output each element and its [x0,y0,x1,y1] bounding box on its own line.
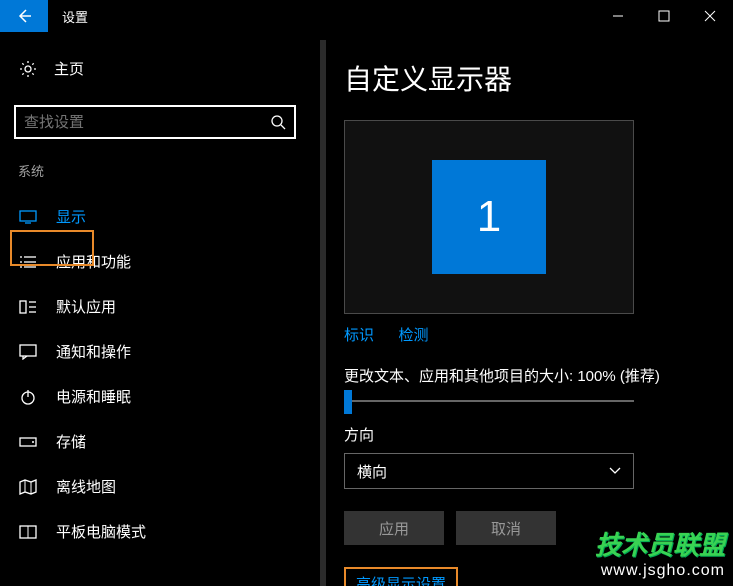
sidebar-item-label: 离线地图 [56,476,116,497]
map-icon [18,477,38,497]
home-link[interactable]: 主页 [0,50,310,87]
scrollbar[interactable] [320,40,326,586]
list-icon [18,252,38,272]
monitor-tile[interactable]: 1 [432,160,546,274]
sidebar-item-power[interactable]: 电源和睡眠 [0,374,310,419]
minimize-icon [612,10,624,22]
orientation-select[interactable]: 横向 [344,453,634,489]
window-controls [595,0,733,32]
close-button[interactable] [687,0,733,32]
advanced-highlight: 高级显示设置 [344,567,458,586]
sidebar-item-label: 电源和睡眠 [56,386,131,407]
power-icon [18,387,38,407]
sidebar-item-default-apps[interactable]: 默认应用 [0,284,310,329]
titlebar: 设置 [0,0,733,32]
slider-thumb[interactable] [344,390,352,414]
chat-icon [18,342,38,362]
back-arrow-icon [15,7,33,25]
sidebar-item-display[interactable]: 显示 [0,194,310,239]
cancel-button[interactable]: 取消 [456,511,556,545]
detect-link[interactable]: 检测 [398,327,428,344]
sidebar-item-label: 显示 [56,206,86,227]
gear-icon [18,59,38,79]
sidebar-item-label: 应用和功能 [56,251,131,272]
orientation-label: 方向 [344,424,703,445]
tablet-icon [18,522,38,542]
sidebar-item-apps[interactable]: 应用和功能 [0,239,310,284]
scale-slider[interactable] [344,400,634,402]
apply-button[interactable]: 应用 [344,511,444,545]
home-label: 主页 [54,58,84,79]
identify-link[interactable]: 标识 [344,327,374,344]
page-title: 自定义显示器 [344,58,703,98]
minimize-button[interactable] [595,0,641,32]
sidebar-item-label: 通知和操作 [56,341,131,362]
advanced-display-link[interactable]: 高级显示设置 [356,576,446,586]
sidebar-item-label: 存储 [56,431,86,452]
monitor-icon [18,207,38,227]
search-input[interactable] [24,114,270,131]
sidebar-item-label: 默认应用 [56,296,116,317]
sidebar-item-maps[interactable]: 离线地图 [0,464,310,509]
category-label: 系统 [0,161,310,180]
search-box[interactable] [14,105,296,139]
monitor-preview[interactable]: 1 [344,120,634,314]
sidebar-item-label: 平板电脑模式 [56,521,146,542]
maximize-icon [658,10,670,22]
main-content: 自定义显示器 1 标识 检测 更改文本、应用和其他项目的大小: 100% (推荐… [310,32,733,586]
back-button[interactable] [0,0,48,32]
defaults-icon [18,297,38,317]
chevron-down-icon [609,467,621,475]
maximize-button[interactable] [641,0,687,32]
sidebar-item-tablet[interactable]: 平板电脑模式 [0,509,310,554]
scale-label: 更改文本、应用和其他项目的大小: 100% (推荐) [344,365,703,386]
sidebar-item-storage[interactable]: 存储 [0,419,310,464]
orientation-value: 横向 [357,461,387,482]
storage-icon [18,432,38,452]
search-icon [270,114,286,130]
window-title: 设置 [62,7,88,26]
sidebar-item-notifications[interactable]: 通知和操作 [0,329,310,374]
sidebar: 主页 系统 显示 应用和功能 默认应用 通知和操作 [0,32,310,586]
close-icon [704,10,716,22]
